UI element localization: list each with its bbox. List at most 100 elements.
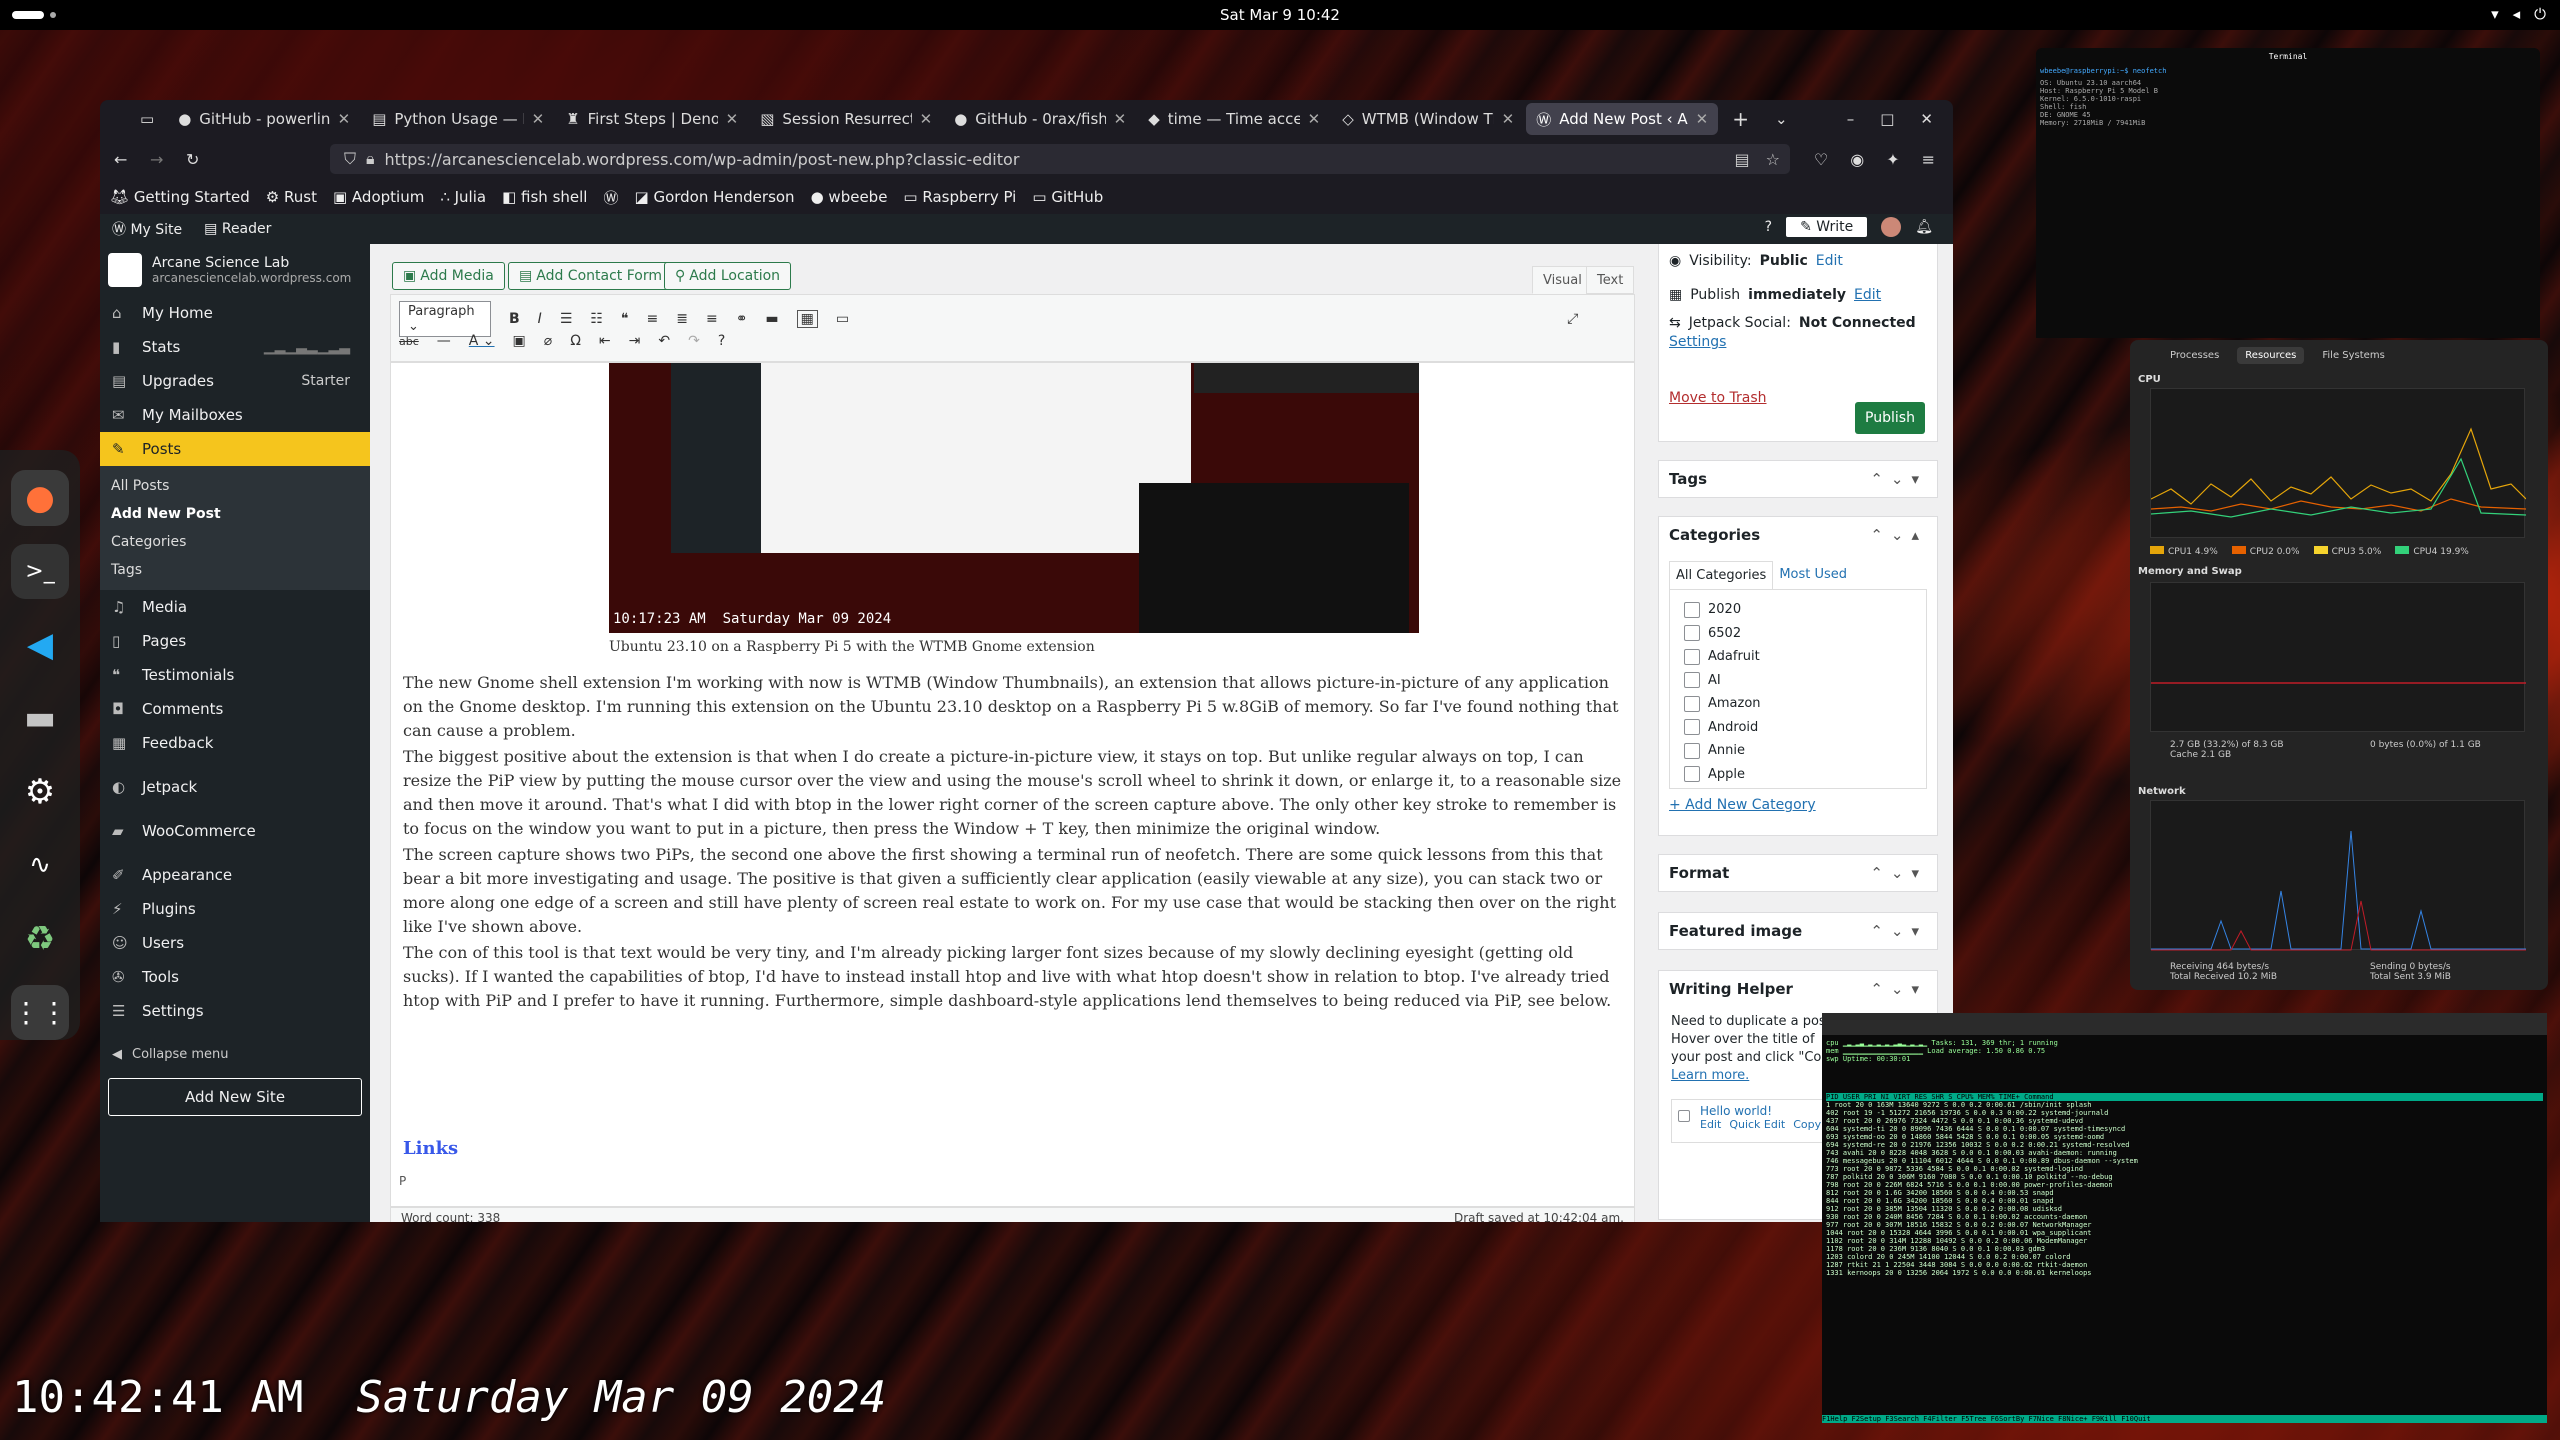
category-checkbox[interactable] bbox=[1684, 695, 1700, 712]
italic-icon[interactable]: I bbox=[538, 311, 542, 327]
strikethrough-icon[interactable]: abc bbox=[399, 335, 419, 348]
sidebar-item-jetpack[interactable]: ◐ Jetpack bbox=[100, 770, 370, 804]
submenu-add-new-post[interactable]: Add New Post bbox=[100, 500, 370, 528]
text-color-icon[interactable]: A ⌄ bbox=[469, 333, 495, 349]
numbered-list-icon[interactable]: ☷ bbox=[590, 311, 603, 327]
bold-icon[interactable]: B bbox=[509, 311, 520, 327]
blockquote-icon[interactable]: ❝ bbox=[621, 311, 629, 327]
tab-all-categories[interactable]: All Categories bbox=[1669, 561, 1774, 589]
system-monitor-window[interactable]: Processes Resources File Systems CPU CPU… bbox=[2130, 340, 2548, 990]
close-icon[interactable]: ✕ bbox=[338, 110, 351, 128]
toolbar-toggle-icon[interactable]: ▦ bbox=[796, 310, 818, 328]
extensions-icon[interactable]: ✦ bbox=[1886, 150, 1899, 169]
categories-box-header[interactable]: Categories ⌃⌄▴ bbox=[1659, 517, 1937, 553]
tab-processes[interactable]: Processes bbox=[2170, 350, 2219, 361]
tab-file-systems[interactable]: File Systems bbox=[2322, 350, 2384, 361]
settings-icon[interactable]: ⚙ bbox=[11, 764, 69, 820]
tags-box-header[interactable]: Tags ⌃⌄▾ bbox=[1659, 461, 1937, 497]
fullscreen-icon[interactable]: ⤢ bbox=[1567, 311, 1578, 327]
post-image[interactable]: 10:17:23 AM Saturday Mar 09 2024 bbox=[609, 363, 1419, 633]
close-window-icon[interactable]: ✕ bbox=[1920, 110, 1933, 128]
bookmark-wordpress[interactable]: Ⓦ bbox=[603, 187, 618, 208]
quick-edit-link[interactable]: Quick Edit bbox=[1729, 1118, 1785, 1131]
bookmark-wbeebe[interactable]: ● wbeebe bbox=[811, 188, 888, 206]
submenu-categories[interactable]: Categories bbox=[100, 528, 370, 556]
sidebar-item-appearance[interactable]: ✐ Appearance bbox=[100, 858, 370, 892]
box-controls[interactable]: ⌃⌄▾ bbox=[1870, 980, 1927, 998]
tab-fishline[interactable]: ● GitHub - 0rax/fishline ✕ bbox=[944, 103, 1136, 135]
tab-lunarvim[interactable]: ▤ Python Usage — Lunarvim ✕ bbox=[362, 103, 554, 135]
sidebar-item-testimonials[interactable]: ❝ Testimonials bbox=[100, 658, 370, 692]
account-icon[interactable]: ◉ bbox=[1850, 150, 1864, 169]
btop-pip-window[interactable]: cpu ▁▂▁▂▃▁▂▁▂▁▂▁▂▃▂▁▂▁▂▁ Tasks: 131, 369… bbox=[1822, 1013, 2547, 1423]
sidebar-item-woocommerce[interactable]: ▰ WooCommerce bbox=[100, 814, 370, 848]
terminal-pip-top[interactable]: Terminal wbeebe@raspberrypi:~$ neofetch … bbox=[2036, 48, 2540, 338]
category-checkbox[interactable] bbox=[1684, 625, 1700, 642]
bookmark-julia[interactable]: ∴ Julia bbox=[440, 188, 486, 206]
bookmark-getting-started[interactable]: 🦊︎ Getting Started bbox=[110, 188, 250, 206]
maximize-icon[interactable]: □ bbox=[1880, 110, 1894, 128]
edit-link[interactable]: Edit bbox=[1700, 1118, 1721, 1131]
outdent-icon[interactable]: ⇤ bbox=[599, 333, 611, 349]
tab-powerline[interactable]: ● GitHub - powerline/fonts ✕ bbox=[168, 103, 360, 135]
box-controls[interactable]: ⌃⌄▴ bbox=[1870, 526, 1927, 544]
firefox-icon[interactable]: ● bbox=[11, 470, 69, 526]
category-checkbox[interactable] bbox=[1684, 648, 1700, 665]
category-checkbox[interactable] bbox=[1684, 601, 1700, 618]
close-icon[interactable]: ✕ bbox=[1114, 110, 1127, 128]
url-bar[interactable]: ⛉ 🔒︎ https://arcanesciencelab.wordpress.… bbox=[330, 144, 1790, 174]
bookmark-adoptium[interactable]: ▣ Adoptium bbox=[333, 188, 424, 206]
align-left-icon[interactable]: ≡ bbox=[646, 311, 658, 327]
write-button[interactable]: ✎ Write bbox=[1786, 217, 1868, 237]
system-tray[interactable]: ▾ ◂ ⏻ bbox=[2491, 5, 2546, 23]
tab-visual[interactable]: Visual bbox=[1532, 266, 1593, 294]
jetpack-settings-link[interactable]: Settings bbox=[1669, 334, 1726, 350]
add-media-button[interactable]: ▣ Add Media bbox=[392, 262, 505, 290]
close-icon[interactable]: ✕ bbox=[532, 110, 545, 128]
close-icon[interactable]: ✕ bbox=[920, 110, 933, 128]
learn-more-link[interactable]: Learn more. bbox=[1671, 1068, 1749, 1083]
box-controls[interactable]: ⌃⌄▾ bbox=[1870, 470, 1927, 488]
writing-helper-header[interactable]: Writing Helper ⌃⌄▾ bbox=[1659, 971, 1937, 1007]
avatar[interactable] bbox=[1881, 217, 1902, 237]
submenu-tags[interactable]: Tags bbox=[100, 556, 370, 584]
close-icon[interactable]: ✕ bbox=[726, 110, 739, 128]
tab-add-new-post[interactable]: Ⓦ Add New Post ‹ Arcane ✕ bbox=[1526, 103, 1719, 135]
redo-icon[interactable]: ↷ bbox=[688, 333, 700, 349]
wp-reader[interactable]: ▤ Reader bbox=[204, 221, 271, 237]
submenu-all-posts[interactable]: All Posts bbox=[100, 472, 370, 500]
add-location-button[interactable]: ⚲ Add Location bbox=[664, 262, 792, 290]
close-icon[interactable]: ✕ bbox=[1696, 110, 1709, 128]
featured-image-box-header[interactable]: Featured image ⌃⌄▾ bbox=[1659, 913, 1937, 949]
trash-icon[interactable]: ♻ bbox=[11, 911, 69, 967]
wp-my-site[interactable]: Ⓦ My Site bbox=[112, 219, 182, 239]
activities-indicator[interactable] bbox=[12, 11, 44, 19]
bookmark-raspberry-pi[interactable]: ▭ Raspberry Pi bbox=[903, 188, 1016, 206]
sidebar-item-plugins[interactable]: ⚡ Plugins bbox=[100, 892, 370, 926]
clear-format-icon[interactable]: ⌀ bbox=[544, 333, 552, 349]
site-header[interactable]: Arcane Science Lab arcanesciencelab.word… bbox=[100, 244, 370, 296]
list-item[interactable]: Annie bbox=[1670, 739, 1926, 763]
chevron-down-icon[interactable]: ⌄ bbox=[1775, 110, 1788, 128]
visibility-edit-link[interactable]: Edit bbox=[1816, 253, 1843, 269]
sidebar-item-mailboxes[interactable]: ✉ My Mailboxes bbox=[100, 398, 370, 432]
pocket-icon[interactable]: ♡ bbox=[1814, 150, 1828, 169]
category-checkbox[interactable] bbox=[1684, 672, 1700, 689]
new-tab-icon[interactable]: + bbox=[1732, 107, 1749, 131]
bullet-list-icon[interactable]: ☰ bbox=[560, 311, 573, 327]
special-char-icon[interactable]: Ω bbox=[570, 333, 581, 349]
tab-resources[interactable]: Resources bbox=[2237, 346, 2305, 364]
keyboard-icon[interactable]: ▭ bbox=[836, 311, 849, 327]
format-box-header[interactable]: Format ⌃⌄▾ bbox=[1659, 855, 1937, 891]
close-icon[interactable]: ✕ bbox=[1502, 110, 1515, 128]
list-item[interactable]: 2020 bbox=[1670, 598, 1926, 622]
category-checkbox[interactable] bbox=[1684, 719, 1700, 736]
minimize-icon[interactable]: – bbox=[1847, 110, 1855, 128]
tab-overview-icon[interactable]: ▭ bbox=[140, 110, 154, 128]
sidebar-item-settings[interactable]: ☰ Settings bbox=[100, 994, 370, 1028]
help-icon[interactable]: ? bbox=[1765, 219, 1772, 235]
list-item[interactable]: Android bbox=[1670, 716, 1926, 740]
add-contact-form-button[interactable]: ▤ Add Contact Form bbox=[508, 262, 673, 290]
tab-session[interactable]: ▧ Session Resurrection ✕ bbox=[750, 103, 942, 135]
collapse-menu[interactable]: ◀ Collapse menu bbox=[100, 1034, 370, 1074]
